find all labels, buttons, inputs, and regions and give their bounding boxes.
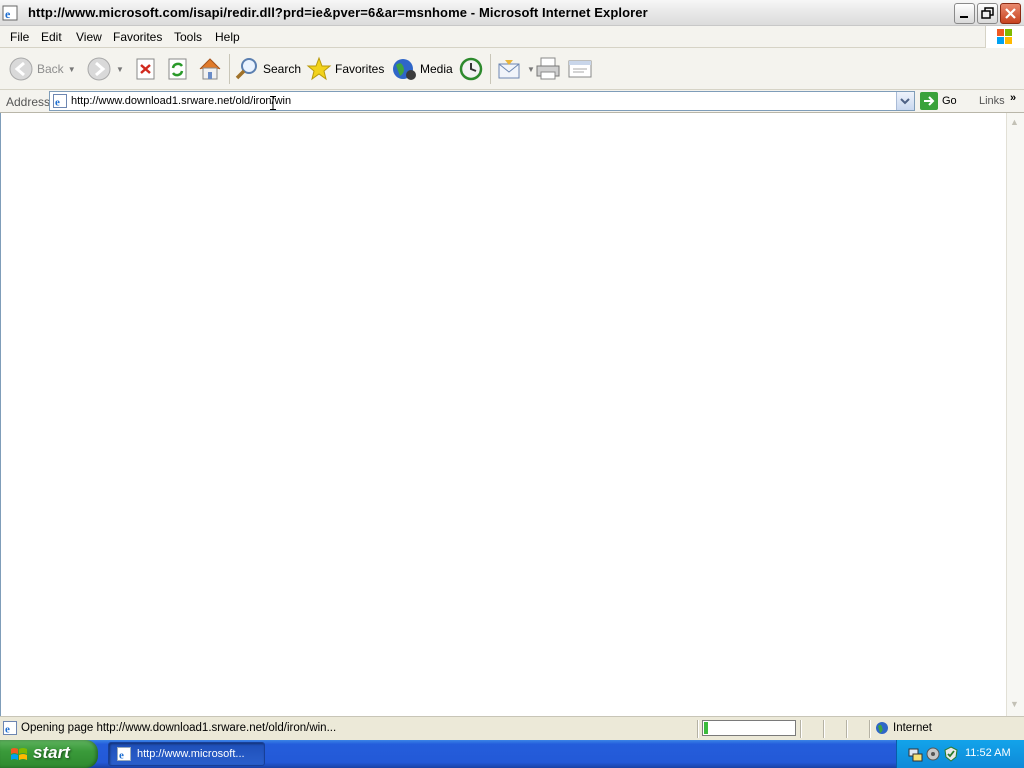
standard-toolbar: Back ▼ ▼ Search Favorites Media ▼ (0, 48, 1024, 90)
back-label: Back (37, 62, 64, 76)
refresh-icon (168, 58, 187, 80)
stop-icon (136, 58, 155, 80)
links-toolbar[interactable]: Links (979, 95, 1005, 107)
forward-button[interactable]: ▼ (86, 54, 124, 84)
menu-favorites[interactable]: Favorites (113, 30, 162, 44)
back-button[interactable]: Back ▼ (8, 54, 76, 84)
address-input[interactable]: e http://www.download1.srware.net/old/ir… (49, 91, 915, 111)
history-button[interactable] (458, 54, 484, 84)
mail-icon (498, 60, 520, 79)
address-label: Address (6, 95, 51, 109)
mail-dropdown-icon[interactable]: ▼ (527, 65, 535, 74)
back-arrow-icon (9, 57, 33, 81)
start-button[interactable]: start (0, 740, 98, 768)
home-icon (199, 58, 221, 80)
address-bar: Address e http://www.download1.srware.ne… (0, 90, 1024, 113)
menu-help[interactable]: Help (215, 30, 240, 44)
media-button[interactable]: Media (391, 54, 453, 84)
page-content[interactable] (0, 113, 1006, 716)
edit-page-icon (568, 60, 592, 78)
page-ie-icon: e (53, 94, 67, 108)
media-globe-icon (393, 59, 416, 80)
status-divider (800, 720, 802, 738)
favorites-button[interactable]: Favorites (306, 54, 384, 84)
go-arrow-icon (920, 92, 938, 110)
network-icon[interactable] (907, 746, 923, 762)
windows-flag-icon (11, 748, 27, 760)
search-button[interactable]: Search (234, 54, 301, 84)
volume-icon[interactable] (925, 746, 941, 762)
chevron-down-icon (900, 98, 910, 105)
address-dropdown-button[interactable] (896, 92, 914, 110)
menu-bar: File Edit View Favorites Tools Help (0, 26, 1024, 48)
start-label: start (33, 743, 70, 762)
vertical-scrollbar[interactable]: ▲ ▼ (1006, 113, 1024, 716)
progress-bar (702, 720, 796, 736)
clock: 11:52 AM (965, 747, 1011, 759)
internet-globe-icon (876, 722, 888, 734)
refresh-button[interactable] (167, 54, 189, 84)
window-title: http://www.microsoft.com/isapi/redir.dll… (28, 5, 648, 20)
restore-button[interactable] (977, 3, 998, 24)
menu-view[interactable]: View (76, 30, 102, 44)
links-chevron-icon[interactable]: » (1010, 92, 1016, 104)
search-icon (235, 58, 257, 80)
ie-icon: e (2, 5, 18, 21)
minimize-icon (960, 16, 968, 18)
windows-flag-icon (997, 29, 1012, 44)
star-icon (306, 56, 332, 81)
svg-text:e: e (55, 97, 60, 109)
security-shield-icon[interactable] (943, 746, 959, 762)
taskbar: start e http://www.microsoft... 11:52 AM (0, 740, 1024, 768)
loading-page-icon: e (3, 721, 17, 735)
minimize-button[interactable] (954, 3, 975, 24)
system-tray: 11:52 AM (896, 740, 1024, 768)
stop-button[interactable] (135, 54, 157, 84)
toolbar-separator (490, 54, 491, 84)
status-divider (846, 720, 848, 738)
scroll-up-icon[interactable]: ▲ (1010, 117, 1019, 127)
close-button[interactable] (1000, 3, 1021, 24)
title-bar[interactable]: e http://www.microsoft.com/isapi/redir.d… (0, 0, 1024, 26)
toolbar-separator (229, 54, 230, 84)
scroll-down-icon[interactable]: ▼ (1010, 699, 1019, 709)
svg-text:e: e (5, 724, 10, 736)
ie-icon: e (117, 747, 131, 761)
menu-file[interactable]: File (10, 30, 29, 44)
forward-arrow-icon (87, 57, 111, 81)
media-label: Media (420, 62, 453, 76)
status-divider (823, 720, 825, 738)
status-text: Opening page http://www.download1.srware… (21, 722, 337, 734)
menu-edit[interactable]: Edit (41, 30, 62, 44)
status-bar: e Opening page http://www.download1.srwa… (0, 716, 1024, 740)
address-url: http://www.download1.srware.net/old/iron… (71, 95, 292, 107)
progress-fill (703, 721, 709, 735)
favorites-label: Favorites (335, 62, 385, 76)
printer-icon (536, 57, 560, 80)
security-zone-label: Internet (893, 722, 932, 734)
svg-text:e: e (5, 7, 11, 21)
back-dropdown-icon[interactable]: ▼ (68, 65, 76, 74)
forward-dropdown-icon[interactable]: ▼ (116, 65, 124, 74)
svg-text:e: e (119, 750, 124, 762)
print-button[interactable] (535, 54, 561, 84)
menu-tools[interactable]: Tools (174, 30, 202, 44)
status-divider (869, 720, 871, 738)
go-label: Go (942, 95, 957, 107)
windows-logo (985, 26, 1024, 48)
home-button[interactable] (197, 54, 223, 84)
mail-button[interactable]: ▼ (497, 54, 535, 84)
history-icon (459, 57, 483, 81)
taskbar-item-ie[interactable]: e http://www.microsoft... (108, 742, 265, 766)
taskbar-item-label: http://www.microsoft... (137, 748, 245, 760)
search-label: Search (263, 62, 302, 76)
status-divider (697, 720, 699, 738)
go-button[interactable]: Go (920, 92, 957, 110)
restore-icon (981, 7, 994, 19)
edit-button[interactable] (567, 54, 593, 84)
close-icon (1005, 8, 1016, 19)
text-cursor-icon (270, 96, 276, 110)
